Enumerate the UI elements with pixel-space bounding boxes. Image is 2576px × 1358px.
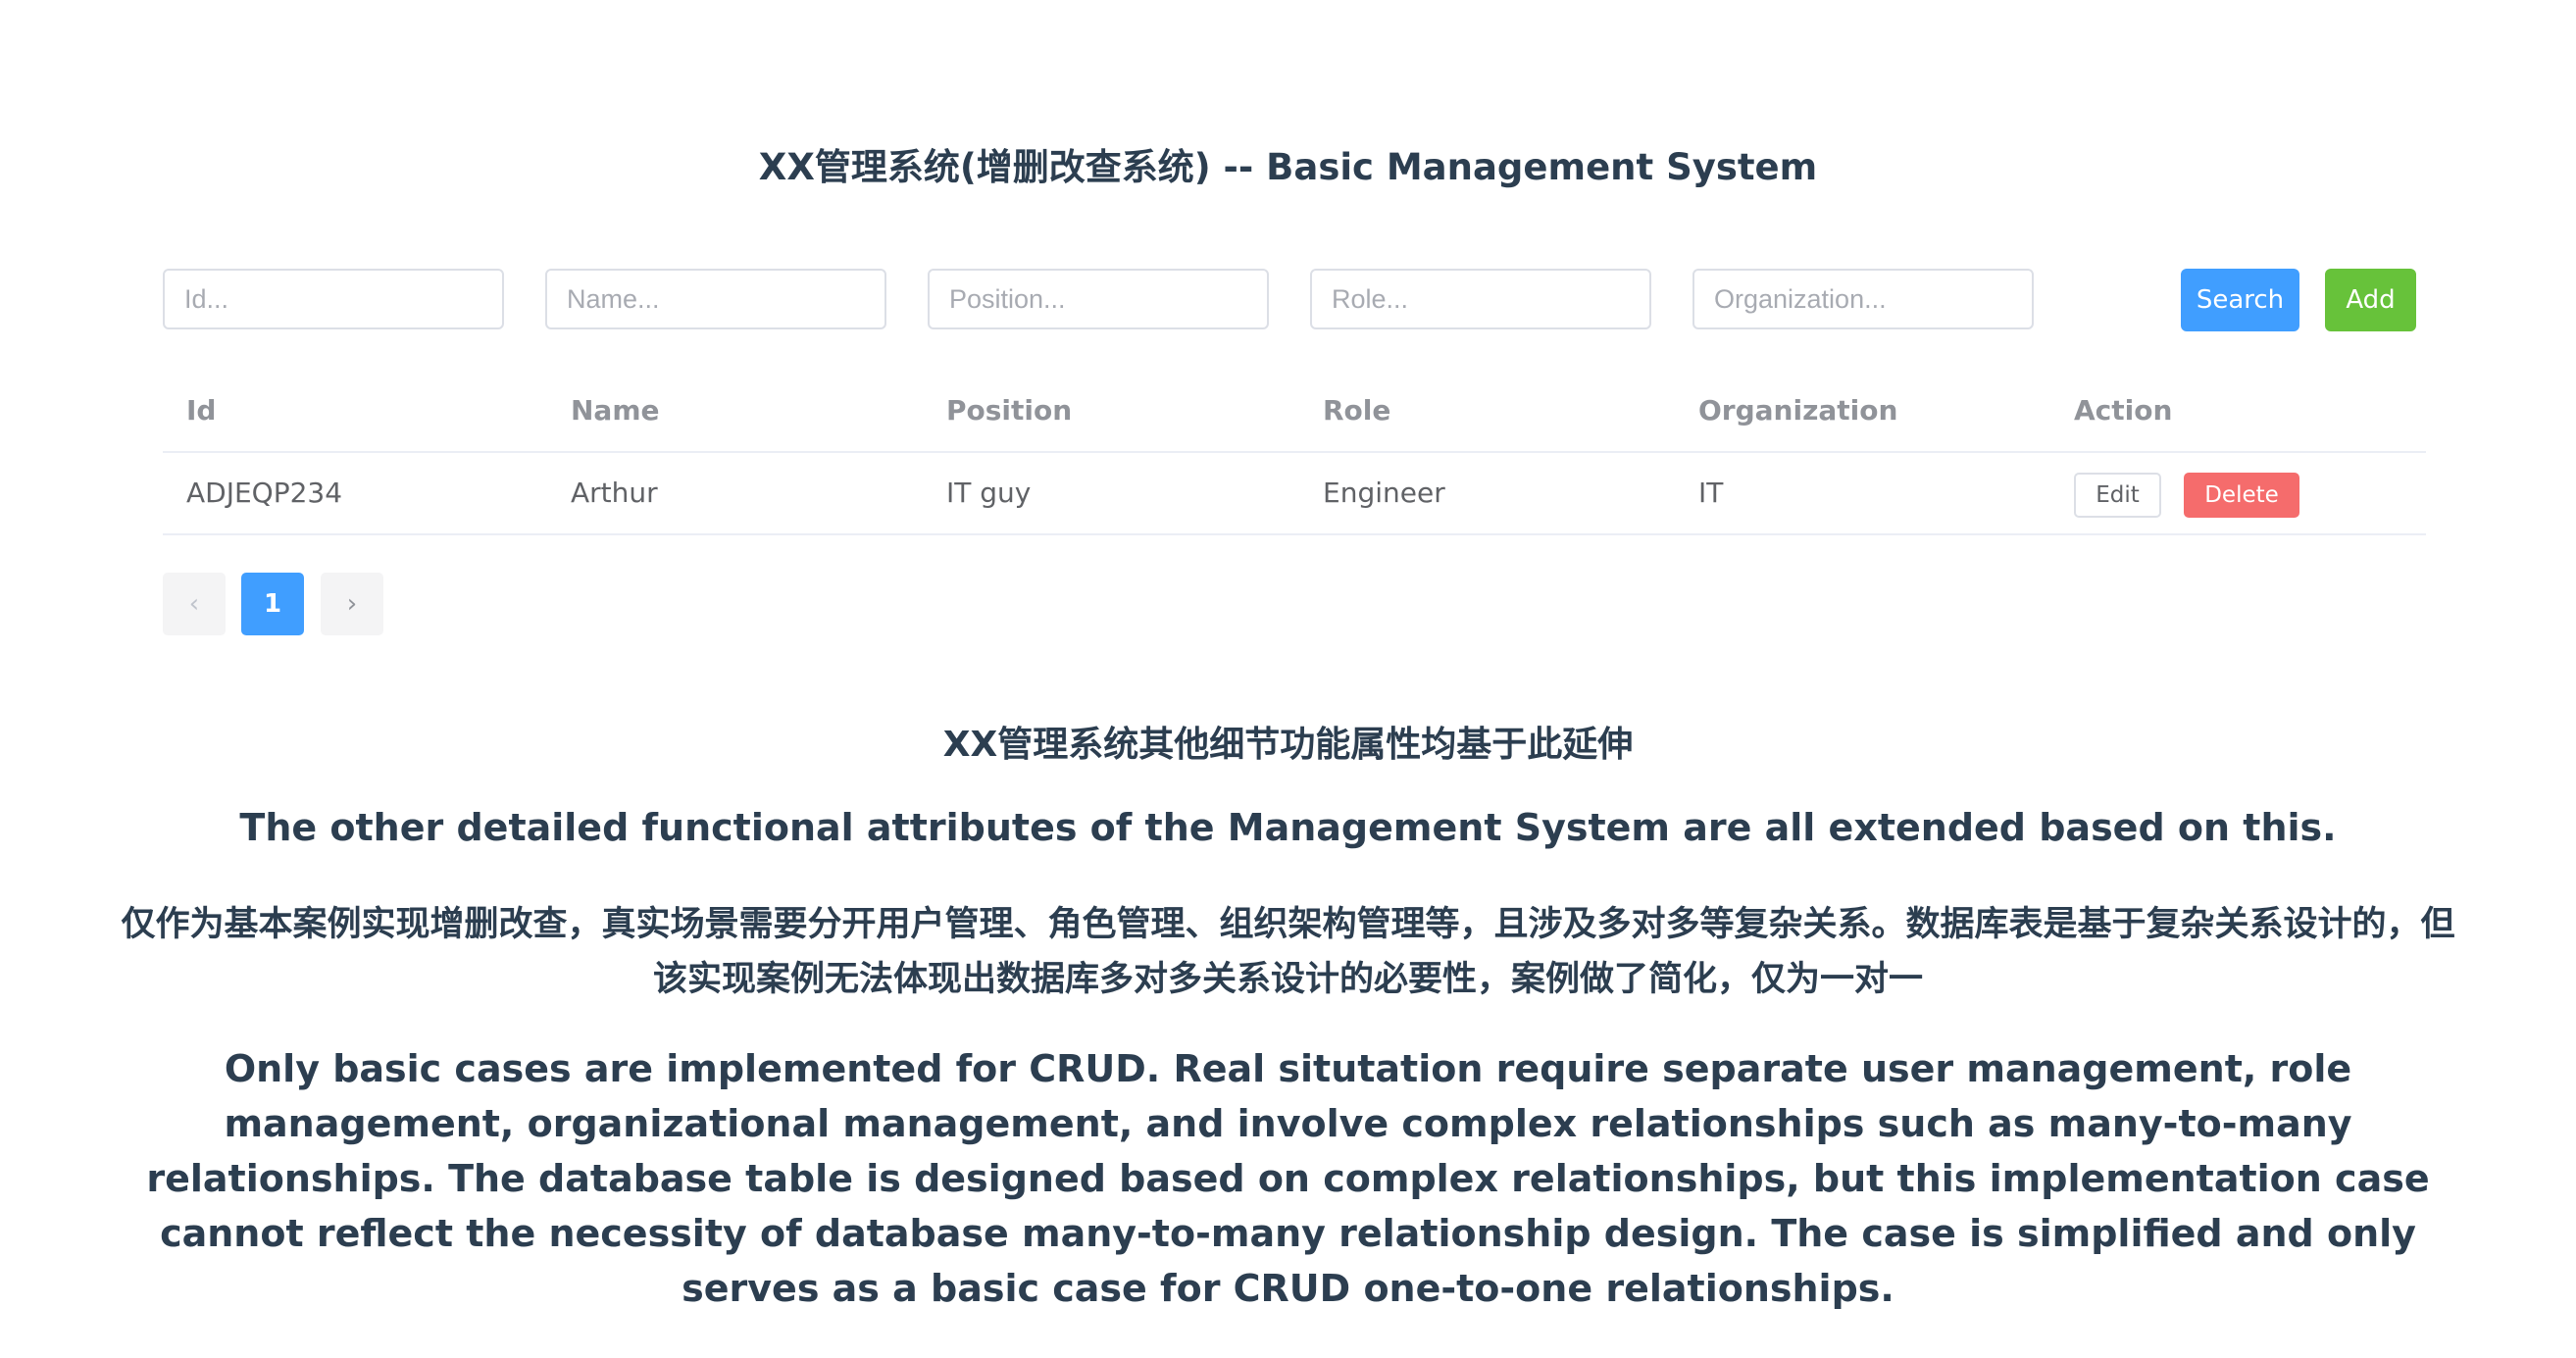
prev-page-button[interactable]: ‹	[163, 573, 226, 635]
page-title: XX管理系统(增删改查系统) -- Basic Management Syste…	[758, 146, 1818, 188]
organization-filter-input[interactable]	[1692, 269, 2034, 329]
chevron-left-icon: ‹	[188, 589, 200, 619]
cell-position: IT guy	[946, 477, 1032, 509]
column-header-action: Action	[2074, 394, 2173, 427]
cell-role: Engineer	[1323, 477, 1445, 509]
note-zh-description: 仅作为基本案例实现增删改查，真实场景需要分开用户管理、角色管理、组织架构管理等，…	[121, 905, 2455, 999]
id-filter-input[interactable]	[163, 269, 504, 329]
column-header-position: Position	[946, 394, 1073, 427]
note-en-description: Only basic cases are implemented for CRU…	[146, 1047, 2430, 1310]
name-filter-input[interactable]	[545, 269, 886, 329]
table-row: ADJEQP234 Arthur IT guy Engineer IT Edit…	[163, 453, 2426, 535]
note-en-extension: The other detailed functional attributes…	[239, 806, 2337, 849]
column-header-organization: Organization	[1698, 394, 1898, 427]
column-header-id: Id	[186, 394, 217, 427]
position-filter-input[interactable]	[928, 269, 1269, 329]
search-button[interactable]: Search	[2181, 269, 2299, 331]
note-zh-extension: XX管理系统其他细节功能属性均基于此延伸	[942, 725, 1634, 765]
chevron-right-icon: ›	[346, 589, 358, 619]
next-page-button[interactable]: ›	[321, 573, 383, 635]
cell-name: Arthur	[571, 477, 658, 509]
page-number-button[interactable]: 1	[241, 573, 304, 635]
add-button[interactable]: Add	[2325, 269, 2416, 331]
column-header-name: Name	[571, 394, 660, 427]
delete-button[interactable]: Delete	[2184, 473, 2299, 518]
role-filter-input[interactable]	[1310, 269, 1651, 329]
page: XX管理系统(增删改查系统) -- Basic Management Syste…	[0, 0, 2576, 1358]
cell-organization: IT	[1698, 477, 1724, 509]
column-header-role: Role	[1323, 394, 1391, 427]
data-table: Id Name Position Role Organization Actio…	[163, 371, 2426, 535]
edit-button[interactable]: Edit	[2074, 473, 2161, 518]
table-header-row: Id Name Position Role Organization Actio…	[163, 371, 2426, 453]
filter-bar: Search Add	[163, 269, 2426, 331]
cell-id: ADJEQP234	[186, 477, 343, 509]
